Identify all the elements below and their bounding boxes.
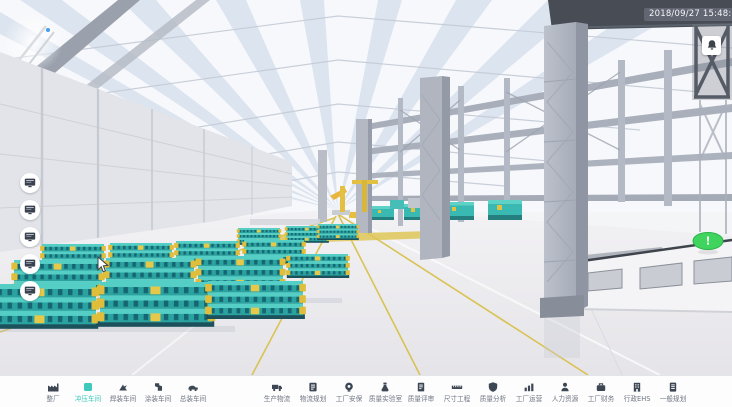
module-tab-label: 行政EHS xyxy=(624,395,651,403)
doc-icon xyxy=(667,381,679,394)
shop-tab-group: 整厂 冲压车间焊装车间涂装车间总装车间 xyxy=(36,381,210,403)
painting-icon xyxy=(152,381,164,394)
review-icon xyxy=(415,381,427,394)
shop-tab-0[interactable]: 整厂 xyxy=(36,381,70,403)
bell-icon xyxy=(706,36,718,55)
plan-icon xyxy=(307,381,319,394)
module-tab-group: 生产物流 物流规划 工厂安保质量实验室质量评审 尺寸工程 质量分析 工厂运营 人力资源 工厂财… xyxy=(260,381,690,403)
module-tab-label: 质量评审 xyxy=(408,395,435,403)
module-tab-4[interactable]: 质量评审 xyxy=(404,381,438,403)
module-tab-1[interactable]: 物流规划 xyxy=(296,381,330,403)
module-tab-5[interactable]: 尺寸工程 xyxy=(440,381,474,403)
module-tab-label: 人力资源 xyxy=(552,395,579,403)
module-tab-label: 质量分析 xyxy=(480,395,507,403)
monitor-icon xyxy=(24,177,36,189)
front-column xyxy=(540,22,588,318)
stamping-icon xyxy=(82,381,94,394)
module-tab-label: 质量实验室 xyxy=(368,395,401,403)
module-tab-0[interactable]: 生产物流 xyxy=(260,381,294,403)
shop-tab-2[interactable]: 焊装车间 xyxy=(106,381,140,403)
alert-badge-text: ! xyxy=(705,235,710,248)
assembly-icon xyxy=(187,381,199,394)
module-tab-9[interactable]: 工厂财务 xyxy=(584,381,618,403)
lab-icon xyxy=(379,381,391,394)
ruler-icon xyxy=(451,381,463,394)
module-tab-label: 生产物流 xyxy=(264,395,291,403)
monitor-icon xyxy=(24,285,36,297)
bottom-toolbar: 整厂 冲压车间焊装车间涂装车间总装车间 生产物流 物流规划 工厂安保质量实验室质量评审… xyxy=(0,375,732,407)
shop-tab-label: 总装车间 xyxy=(180,395,207,403)
module-tab-label: 工厂运营 xyxy=(516,395,543,403)
app-window: ! 2018/09/27 15:48:08 整厂 冲压车间焊装车间涂装车间总装车间… xyxy=(0,0,732,407)
monitor-icon xyxy=(24,258,36,270)
camera-icon xyxy=(343,381,355,394)
module-tab-7[interactable]: 工厂运营 xyxy=(512,381,546,403)
notification-button[interactable] xyxy=(702,36,721,55)
timestamp-chip: 2018/09/27 15:48:08 xyxy=(644,8,732,21)
briefcase-icon xyxy=(595,381,607,394)
shop-tab-1[interactable]: 冲压车间 xyxy=(71,381,105,403)
factory-icon xyxy=(47,381,59,394)
monitor-icon xyxy=(24,204,36,216)
person-icon xyxy=(559,381,571,394)
shop-tab-label: 焊装车间 xyxy=(110,395,137,403)
module-tab-2[interactable]: 工厂安保 xyxy=(332,381,366,403)
module-tab-label: 物流规划 xyxy=(300,395,327,403)
module-tab-6[interactable]: 质量分析 xyxy=(476,381,510,403)
side-button-0[interactable] xyxy=(20,173,40,193)
module-tab-11[interactable]: 一般规划 xyxy=(656,381,690,403)
module-tab-8[interactable]: 人力资源 xyxy=(548,381,582,403)
module-tab-label: 尺寸工程 xyxy=(444,395,471,403)
module-tab-3[interactable]: 质量实验室 xyxy=(368,381,402,403)
chart-icon xyxy=(523,381,535,394)
side-button-2[interactable] xyxy=(20,227,40,247)
side-button-3[interactable] xyxy=(20,254,40,274)
shield-icon xyxy=(487,381,499,394)
monitor-icon xyxy=(24,231,36,243)
shop-tab-label: 整厂 xyxy=(46,395,59,403)
shop-tab-label: 涂装车间 xyxy=(145,395,172,403)
shop-tab-3[interactable]: 涂装车间 xyxy=(141,381,175,403)
building-icon xyxy=(631,381,643,394)
module-tab-label: 工厂财务 xyxy=(588,395,615,403)
welding-icon xyxy=(117,381,129,394)
module-tab-10[interactable]: 行政EHS xyxy=(620,381,654,403)
module-tab-label: 工厂安保 xyxy=(336,395,363,403)
scene-viewport[interactable]: ! xyxy=(0,0,732,375)
side-button-4[interactable] xyxy=(20,281,40,301)
shop-tab-4[interactable]: 总装车间 xyxy=(176,381,210,403)
side-button-1[interactable] xyxy=(20,200,40,220)
truck-icon xyxy=(271,381,283,394)
shop-tab-label: 冲压车间 xyxy=(75,395,102,403)
module-tab-label: 一般规划 xyxy=(660,395,687,403)
